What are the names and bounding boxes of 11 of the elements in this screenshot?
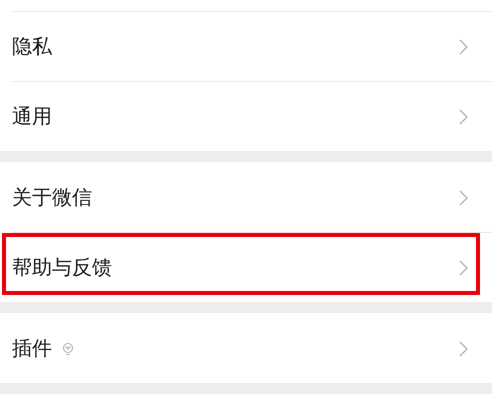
chevron-right-icon (459, 340, 468, 356)
setting-label: 帮助与反馈 (12, 254, 112, 281)
chevron-right-icon (459, 190, 468, 206)
chevron-right-icon (459, 38, 468, 54)
setting-label: 关于微信 (12, 184, 92, 211)
chevron-right-icon (459, 108, 468, 124)
chevron-right-icon (459, 260, 468, 276)
setting-label: 插件 (12, 335, 52, 362)
bulb-icon (62, 342, 74, 356)
setting-label: 隐私 (12, 33, 52, 60)
setting-label: 通用 (12, 103, 52, 130)
